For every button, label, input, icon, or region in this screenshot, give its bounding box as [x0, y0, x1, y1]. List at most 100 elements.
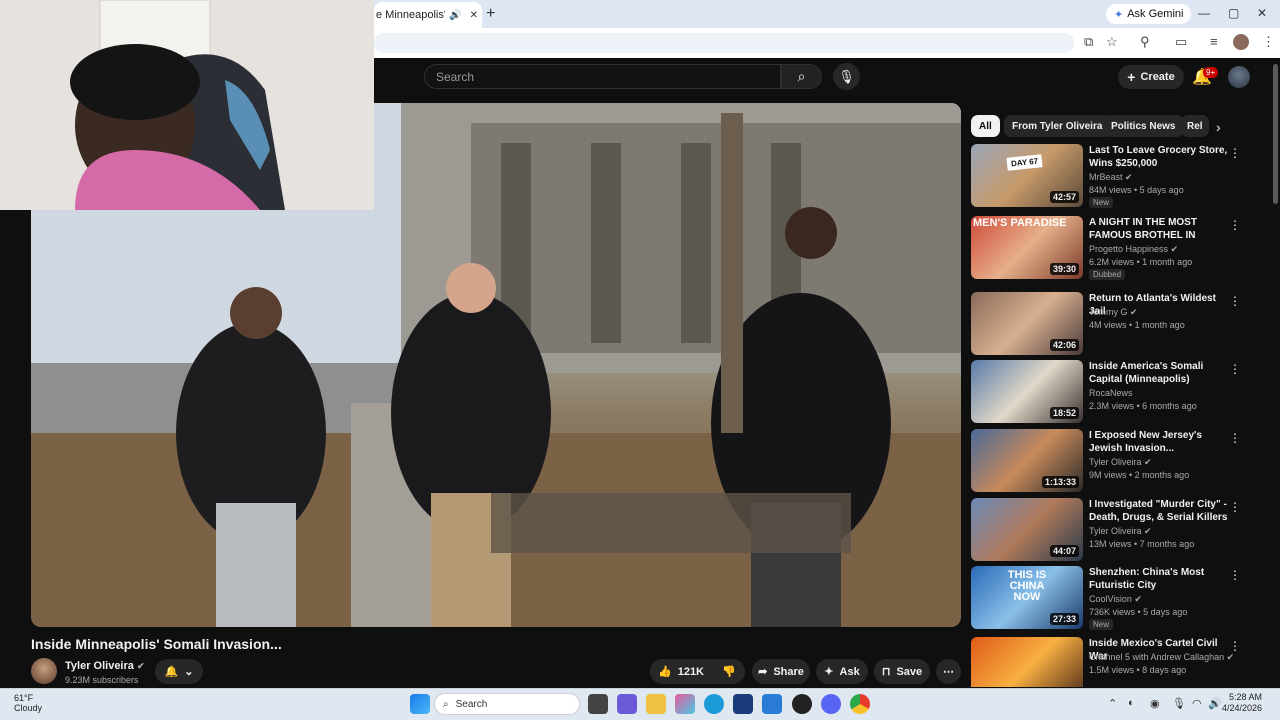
share-button[interactable]: ➦ Share — [752, 659, 810, 684]
recommendation-item[interactable]: 1:13:33 I Exposed New Jersey's Jewish In… — [971, 429, 1241, 493]
user-avatar[interactable] — [1228, 66, 1250, 88]
recommendation-item[interactable]: MEN'S PARADISE 39:30 A NIGHT IN THE MOST… — [971, 216, 1241, 280]
video-thumbnail[interactable] — [971, 637, 1083, 687]
video-title[interactable]: A NIGHT IN THE MOST FAMOUS BROTHEL IN EU… — [1089, 216, 1229, 242]
speaker-icon[interactable]: 🔊 — [449, 10, 461, 21]
teams-icon[interactable] — [617, 694, 637, 714]
more-vert-icon[interactable]: ⋮ — [1229, 218, 1241, 232]
bookmark-star-icon[interactable]: ☆ — [1106, 34, 1118, 50]
file-explorer-icon[interactable] — [646, 694, 666, 714]
save-button[interactable]: ⊓ Save — [874, 659, 930, 684]
app-icon[interactable] — [792, 694, 812, 714]
copilot-icon[interactable] — [675, 694, 695, 714]
task-view-icon[interactable] — [588, 694, 608, 714]
chip-related[interactable]: Rel — [1181, 115, 1209, 137]
chip-from-tyler-oliveira[interactable]: From Tyler Oliveira — [1004, 115, 1111, 137]
video-thumbnail[interactable]: MEN'S PARADISE 39:30 — [971, 216, 1083, 279]
channel-name[interactable]: Tommy G ✔ — [1089, 307, 1138, 318]
chip-politics-news[interactable]: Politics News — [1103, 115, 1184, 137]
video-thumbnail[interactable]: DAY 67 42:57 — [971, 144, 1083, 207]
discord-icon[interactable] — [821, 694, 841, 714]
recommendation-item[interactable]: 44:07 I Investigated "Murder City" - Dea… — [971, 498, 1241, 562]
tab-title: e Minneapolis' Somali — [376, 9, 446, 21]
minimize-button[interactable]: — — [1198, 6, 1210, 20]
more-vert-icon[interactable]: ⋮ — [1229, 500, 1241, 514]
channel-name[interactable]: Tyler Oliveira ✔ — [1089, 526, 1152, 537]
verified-icon: ✔ — [136, 661, 145, 671]
more-vert-icon[interactable]: ⋮ — [1229, 568, 1241, 582]
more-vert-icon[interactable]: ⋮ — [1229, 146, 1241, 160]
scrollbar-thumb[interactable] — [1273, 64, 1278, 204]
chrome-icon[interactable] — [850, 694, 870, 714]
create-button[interactable]: + Create — [1118, 65, 1184, 89]
video-title[interactable]: I Investigated "Murder City" - Death, Dr… — [1089, 498, 1229, 524]
volume-icon[interactable]: 🔊 — [1208, 697, 1222, 710]
cast-icon[interactable]: ▭ — [1175, 34, 1187, 50]
chevron-up-icon[interactable]: ⌃ — [1108, 697, 1117, 710]
outlook-icon[interactable] — [762, 694, 782, 714]
video-thumbnail[interactable]: THIS IS CHINA NOW 27:33 — [971, 566, 1083, 629]
search-icon[interactable]: ⌕ — [781, 64, 822, 89]
browser-profile-avatar[interactable] — [1233, 34, 1249, 50]
tray-app-icon[interactable]: ◉ — [1150, 697, 1160, 710]
like-button[interactable]: 👍 121K — [658, 665, 704, 679]
video-meta: 6.2M views • 1 month ago — [1089, 257, 1193, 267]
channel-name[interactable]: Channel 5 with Andrew Callaghan ✔ — [1089, 652, 1234, 663]
ask-gemini-button[interactable]: ✦ Ask Gemini — [1106, 4, 1192, 24]
close-icon[interactable]: ✕ — [470, 10, 478, 21]
new-tab-button[interactable]: + — [486, 5, 495, 23]
channel-name[interactable]: CoolVision ✔ — [1089, 594, 1142, 605]
maximize-button[interactable]: ▢ — [1228, 6, 1239, 20]
search-input[interactable]: Search — [424, 64, 781, 89]
store-icon[interactable] — [733, 694, 753, 714]
chip-all[interactable]: All — [971, 115, 1000, 137]
channel-name[interactable]: MrBeast ✔ — [1089, 172, 1133, 183]
recommendation-item[interactable]: THIS IS CHINA NOW 27:33 Shenzhen: China'… — [971, 566, 1241, 630]
taskbar-search[interactable]: ⌕ Search — [434, 693, 580, 715]
more-vert-icon[interactable]: ⋮ — [1229, 431, 1241, 445]
more-vert-icon[interactable]: ⋮ — [1229, 294, 1241, 308]
start-button[interactable] — [410, 694, 430, 714]
video-thumbnail[interactable]: 42:06 — [971, 292, 1083, 355]
more-vert-icon[interactable]: ⋮ — [1229, 639, 1241, 653]
edge-icon[interactable] — [704, 694, 724, 714]
chevron-right-icon[interactable]: › — [1216, 119, 1221, 135]
recommendation-item[interactable]: 42:06 Return to Atlanta's Wildest Jail T… — [971, 292, 1241, 356]
more-actions-button[interactable]: ⋯ — [936, 659, 961, 684]
video-thumbnail[interactable]: 1:13:33 — [971, 429, 1083, 492]
video-title[interactable]: Last To Leave Grocery Store, Wins $250,0… — [1089, 144, 1229, 170]
more-menu-icon[interactable]: ⋮ — [1262, 34, 1275, 50]
video-thumbnail[interactable]: 18:52 — [971, 360, 1083, 423]
video-title[interactable]: Inside America's Somali Capital (Minneap… — [1089, 360, 1229, 386]
recommendation-item[interactable]: Inside Mexico's Cartel Civil War Channel… — [971, 637, 1241, 687]
webcam-overlay — [0, 0, 374, 210]
browser-tab[interactable]: e Minneapolis' Somali 🔊 ✕ — [374, 2, 482, 28]
dislike-button[interactable]: 👎 — [722, 665, 736, 678]
reading-list-icon[interactable]: ≡ — [1210, 34, 1218, 49]
extensions-icon[interactable]: ⚲ — [1140, 34, 1150, 50]
recommendation-item[interactable]: DAY 67 42:57 Last To Leave Grocery Store… — [971, 144, 1241, 208]
microphone-icon[interactable]: 🎙 — [1172, 697, 1186, 710]
wifi-icon[interactable]: ◠ — [1192, 697, 1202, 710]
recommendation-item[interactable]: 18:52 Inside America's Somali Capital (M… — [971, 360, 1241, 424]
video-title[interactable]: I Exposed New Jersey's Jewish Invasion..… — [1089, 429, 1229, 455]
more-vert-icon[interactable]: ⋮ — [1229, 362, 1241, 376]
channel-name[interactable]: Tyler Oliveira ✔ — [1089, 457, 1152, 468]
weather-widget[interactable]: 61°F Cloudy — [14, 693, 42, 713]
video-duration: 42:57 — [1049, 191, 1079, 203]
video-thumbnail[interactable]: 44:07 — [971, 498, 1083, 561]
ask-button[interactable]: ✦ Ask — [816, 659, 868, 684]
video-meta: 1.5M views • 8 days ago — [1089, 665, 1187, 675]
system-clock[interactable]: 5:28 AM 4/24/2026 — [1222, 692, 1262, 714]
close-window-button[interactable]: ✕ — [1257, 6, 1267, 20]
address-bar[interactable] — [374, 33, 1074, 53]
notification-settings-button[interactable]: 🔔 ⌄ — [155, 659, 203, 684]
channel-name[interactable]: Tyler Oliveira ✔ — [65, 660, 145, 672]
video-title[interactable]: Shenzhen: China's Most Futuristic City — [1089, 566, 1229, 592]
channel-name[interactable]: Progetto Happiness ✔ — [1089, 244, 1178, 255]
tray-app-icon[interactable]: ◐ — [1128, 697, 1135, 709]
channel-avatar[interactable] — [31, 658, 57, 684]
channel-name[interactable]: RocaNews — [1089, 388, 1133, 398]
install-icon[interactable]: ⧉ — [1084, 34, 1093, 50]
microphone-icon[interactable]: 🎙 — [833, 63, 860, 90]
